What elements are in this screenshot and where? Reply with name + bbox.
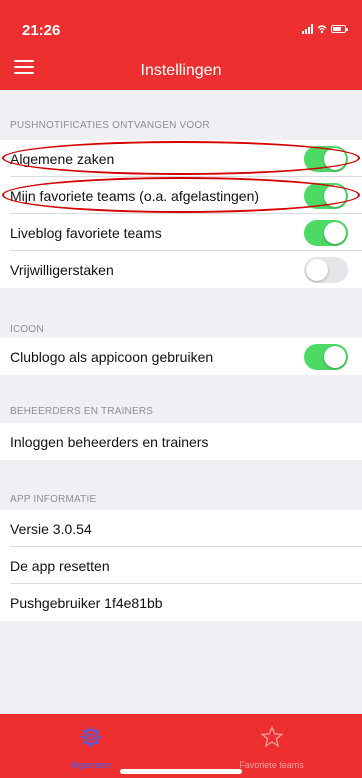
row-label: Vrijwilligerstaken [10,261,114,278]
star-icon [260,726,283,748]
wifi-icon [317,25,327,34]
section-header-icoon: ICOON [10,324,44,335]
toggle-algemene-zaken[interactable] [304,146,348,172]
settings-list[interactable]: PUSHNOTIFICATIES ONTVANGEN VOOR Algemene… [0,90,362,714]
section-header-beheerders: BEHEERDERS EN TRAINERS [10,406,154,417]
section-header-push: PUSHNOTIFICATIES ONTVANGEN VOOR [10,120,210,131]
app-header: 21:26 Instellingen [0,0,362,90]
row-label: Versie 3.0.54 [10,520,92,537]
home-indicator [120,769,242,774]
toggle-vrijwilligerstaken[interactable] [304,257,348,283]
row-algemene-zaken: Algemene zaken [0,140,362,177]
status-icons [302,24,348,34]
toggle-clublogo[interactable] [304,344,348,370]
row-clublogo: Clublogo als appicoon gebruiken [0,338,362,375]
signal-icon [302,24,313,34]
row-label: Algemene zaken [10,150,115,167]
row-label: Inloggen beheerders en trainers [10,433,209,450]
row-favoriete-teams: Mijn favoriete teams (o.a. afgelastingen… [0,177,362,214]
section-header-app-info: APP INFORMATIE [10,494,97,505]
row-vrijwilligerstaken: Vrijwilligerstaken [0,251,362,288]
row-label: Liveblog favoriete teams [10,224,162,241]
row-liveblog: Liveblog favoriete teams [0,214,362,251]
toggle-favoriete-teams[interactable] [304,183,348,209]
row-pushgebruiker: Pushgebruiker 1f4e81bb [0,584,362,621]
toggle-liveblog[interactable] [304,220,348,246]
row-label: Clublogo als appicoon gebruiken [10,348,214,365]
row-label: Mijn favoriete teams (o.a. afgelastingen… [10,187,260,204]
battery-icon [331,25,348,33]
reset-app-button[interactable]: De app resetten [0,547,362,584]
login-admins-button[interactable]: Inloggen beheerders en trainers [0,423,362,460]
page-title: Instellingen [140,62,222,79]
status-time: 21:26 [22,22,61,39]
row-label: De app resetten [10,557,110,574]
row-version: Versie 3.0.54 [0,510,362,547]
row-label: Pushgebruiker 1f4e81bb [10,594,163,611]
gear-icon [80,727,101,747]
